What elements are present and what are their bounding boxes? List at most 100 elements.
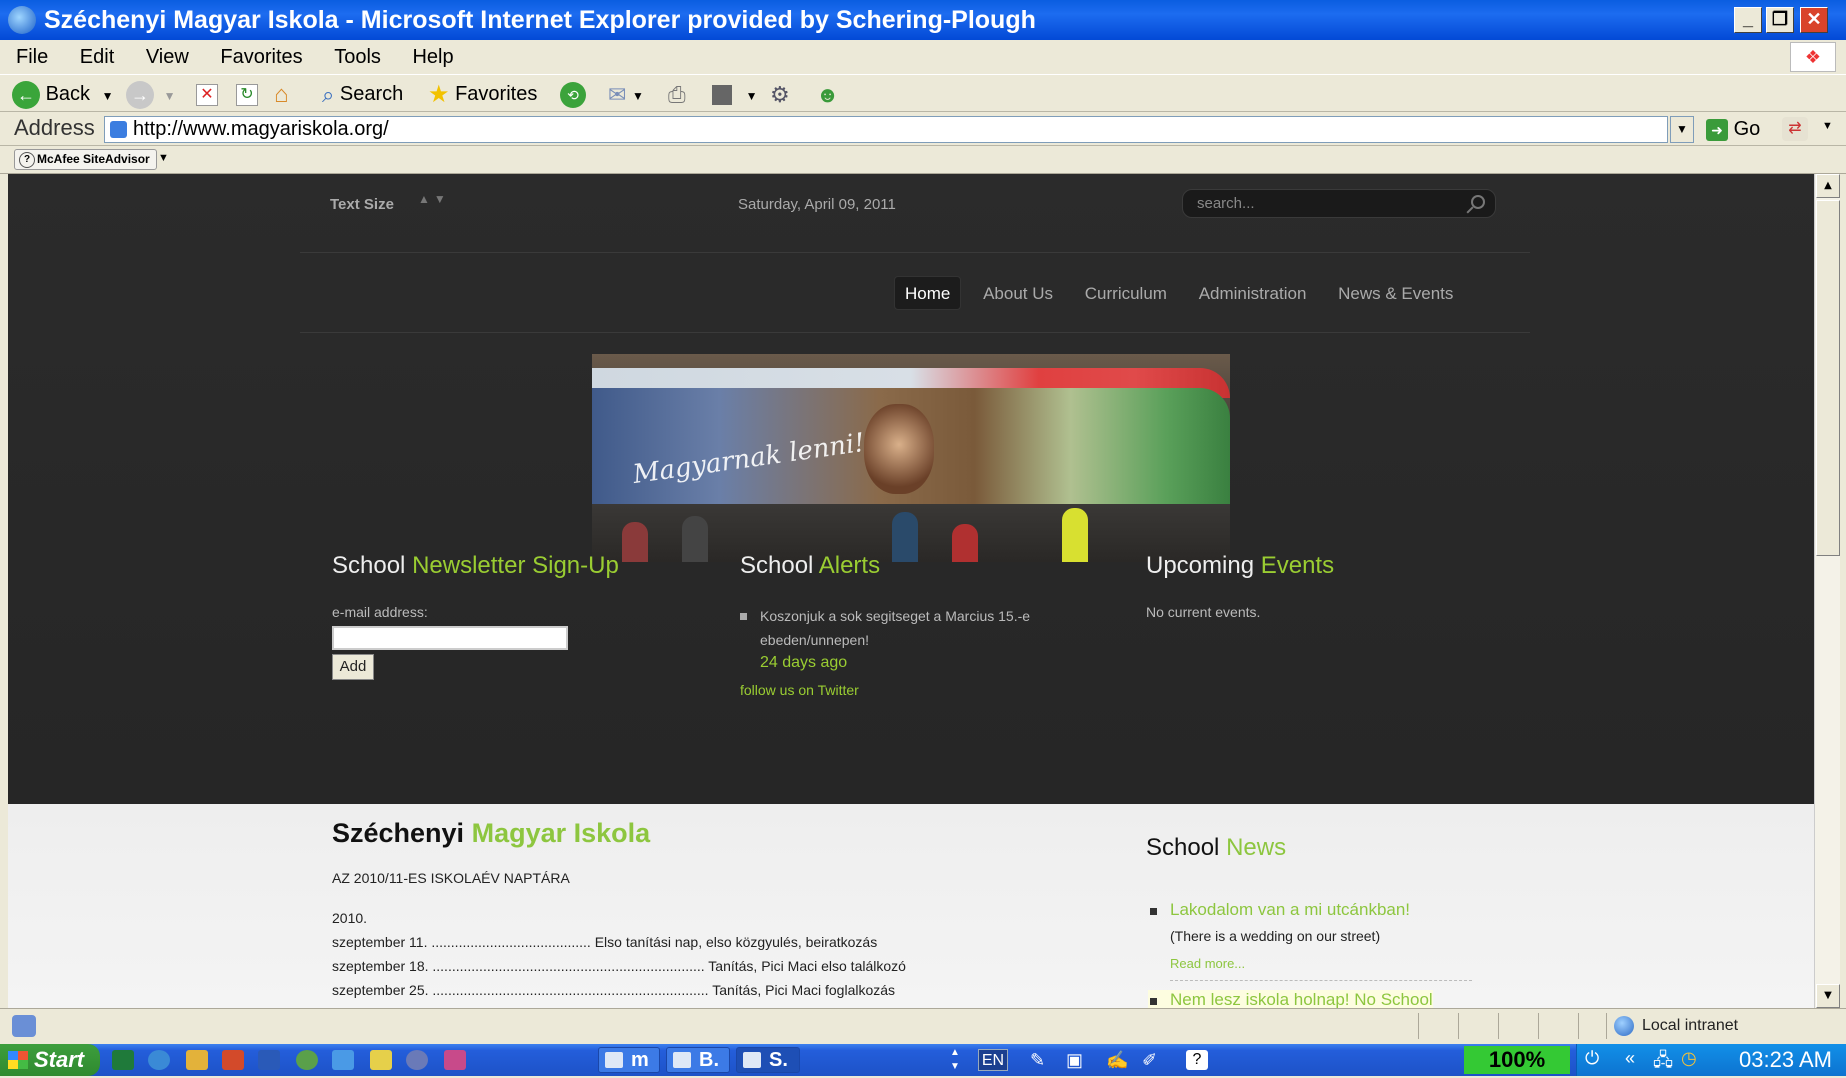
go-button[interactable]: ➜ Go — [1706, 115, 1760, 143]
folder-icon[interactable] — [186, 1050, 208, 1070]
taskbar-item-ie[interactable]: S. — [736, 1047, 800, 1073]
twitter-link[interactable]: follow us on Twitter — [740, 682, 1070, 698]
history-icon: ⟲ — [560, 81, 586, 108]
print-button[interactable]: ⎙ — [668, 78, 686, 110]
menu-tools[interactable]: Tools — [324, 40, 391, 74]
taskbar-scroll-arrows[interactable]: ▲ ▼ — [950, 1046, 960, 1074]
scroll-up-button[interactable]: ▲ — [1816, 174, 1840, 198]
person-figure — [682, 516, 708, 562]
scroll-down-button[interactable]: ▼ — [1816, 984, 1840, 1008]
explorer-icon[interactable] — [370, 1050, 392, 1070]
power-icon[interactable]: ⏻ — [1585, 1048, 1599, 1069]
menu-file[interactable]: File — [6, 40, 58, 74]
research-button[interactable]: ⚙ — [770, 78, 790, 110]
excel-icon[interactable] — [112, 1050, 134, 1070]
stop-button[interactable]: ✕ — [196, 78, 218, 110]
address-input[interactable]: http://www.magyariskola.org/ — [104, 116, 1668, 143]
network-icon[interactable] — [296, 1050, 318, 1070]
clock-tray-icon[interactable]: ◷ — [1681, 1048, 1697, 1069]
system-clock[interactable]: 03:23 AM — [1739, 1044, 1832, 1076]
word-icon[interactable] — [258, 1050, 280, 1070]
start-button[interactable]: Start — [0, 1044, 100, 1076]
page-icon — [110, 121, 127, 138]
add-button[interactable]: Add — [332, 654, 374, 680]
taskbar-item-word[interactable]: m — [598, 1047, 660, 1073]
status-divider — [1578, 1013, 1579, 1039]
search-button[interactable]: ⌕ Search — [322, 78, 403, 110]
scroll-thumb[interactable] — [1816, 200, 1840, 556]
edit-icon — [712, 84, 732, 105]
status-divider — [1606, 1013, 1607, 1039]
ie-icon[interactable] — [148, 1050, 170, 1070]
outlook-icon[interactable] — [332, 1050, 354, 1070]
newsletter-module: School Newsletter Sign-Up e-mail address… — [332, 552, 662, 680]
news-item-link[interactable]: Lakodalom van a mi utcánkban! — [1148, 900, 1410, 920]
chevron-down-icon[interactable]: ▼ — [746, 89, 758, 103]
site-header-section: Text Size ▲▼ Saturday, April 09, 2011 se… — [8, 174, 1814, 804]
messenger-button[interactable]: ☻ — [816, 78, 839, 110]
network-tray-icon[interactable]: 🖧 — [1653, 1048, 1673, 1078]
powerpoint-icon[interactable] — [222, 1050, 244, 1070]
favorites-label: Favorites — [455, 83, 538, 105]
taskbar-item-excel[interactable]: B. — [666, 1047, 730, 1073]
text-size-controls[interactable]: ▲▼ — [418, 192, 450, 206]
vertical-scrollbar[interactable]: ▲ ▼ — [1814, 174, 1840, 1008]
banner-image: Magyarnak lenni! — [592, 354, 1230, 562]
handwriting-icon[interactable]: ✍ — [1106, 1050, 1128, 1070]
alerts-heading: School Alerts — [740, 552, 881, 579]
chevron-down-icon[interactable]: ▼ — [102, 89, 114, 103]
menu-view[interactable]: View — [136, 40, 199, 74]
battery-indicator: 100% — [1464, 1046, 1570, 1074]
menu-help[interactable]: Help — [402, 40, 463, 74]
nav-administration[interactable]: Administration — [1189, 277, 1317, 311]
refresh-button[interactable]: ↻ — [236, 78, 258, 110]
forward-button[interactable]: → ▼ — [126, 78, 175, 110]
status-bar: Local intranet — [0, 1008, 1846, 1044]
back-button[interactable]: ← Back ▼ — [12, 78, 113, 110]
history-button[interactable]: ⟲ — [560, 78, 586, 110]
favorites-button[interactable]: ★ Favorites — [428, 78, 537, 110]
language-indicator[interactable]: EN — [978, 1049, 1008, 1071]
calendar-year: 2010. — [332, 910, 368, 926]
pen-icon[interactable]: ✎ — [1030, 1050, 1052, 1070]
chevron-down-icon[interactable]: ▼ — [1822, 120, 1833, 132]
site-search-input[interactable]: search... — [1182, 189, 1496, 218]
text-size-up-icon[interactable]: ▲ — [418, 192, 434, 206]
news-item-link[interactable]: Nem lesz iskola holnap! No School — [1148, 990, 1433, 1008]
menu-edit[interactable]: Edit — [70, 40, 124, 74]
translate-icon[interactable]: ⇄ — [1782, 117, 1808, 141]
tablet-icon[interactable]: ▣ — [1066, 1050, 1088, 1070]
nav-curriculum[interactable]: Curriculum — [1075, 277, 1177, 311]
minimize-button[interactable]: _ — [1734, 7, 1762, 33]
nav-news-events[interactable]: News & Events — [1328, 277, 1463, 311]
siteadvisor-button[interactable]: McAfee SiteAdvisor — [14, 149, 157, 170]
chevron-down-icon[interactable]: ▼ — [158, 152, 169, 164]
search-icon[interactable] — [1471, 195, 1485, 209]
home-button[interactable]: ⌂ — [274, 78, 289, 110]
header-divider — [300, 252, 1530, 253]
expand-tray-icon[interactable]: « — [1625, 1048, 1635, 1069]
browser-viewport[interactable]: Text Size ▲▼ Saturday, April 09, 2011 se… — [8, 174, 1814, 1008]
close-button[interactable]: ✕ — [1800, 7, 1828, 33]
text-size-down-icon[interactable]: ▼ — [434, 192, 450, 206]
address-dropdown-button[interactable]: ▼ — [1670, 116, 1694, 143]
help-icon[interactable]: ? — [1186, 1050, 1208, 1070]
window-title-bar[interactable]: Széchenyi Magyar Iskola - Microsoft Inte… — [0, 0, 1846, 40]
email-field[interactable] — [332, 626, 568, 650]
chevron-down-icon[interactable]: ▼ — [632, 89, 644, 103]
calendar-subtitle: AZ 2010/11-ES ISKOLAÉV NAPTÁRA — [332, 870, 570, 886]
mail-button[interactable]: ✉ ▼ — [608, 78, 644, 110]
read-more-link[interactable]: Read more... — [1170, 956, 1245, 971]
restore-button[interactable]: ❐ — [1766, 7, 1794, 33]
menu-favorites[interactable]: Favorites — [210, 40, 312, 74]
edit-button[interactable]: ▼ — [712, 78, 757, 110]
calendar-line: szeptember 11. .........................… — [332, 934, 878, 950]
eraser-icon[interactable]: ✐ — [1142, 1050, 1164, 1070]
nav-home[interactable]: Home — [894, 276, 962, 310]
media-player-icon[interactable] — [406, 1050, 428, 1070]
nav-about-us[interactable]: About Us — [973, 277, 1063, 311]
alert-age: 24 days ago — [760, 654, 848, 671]
chevron-down-icon[interactable]: ▼ — [164, 89, 176, 103]
portrait-figure — [864, 404, 934, 494]
acrobat-icon[interactable] — [444, 1050, 466, 1070]
